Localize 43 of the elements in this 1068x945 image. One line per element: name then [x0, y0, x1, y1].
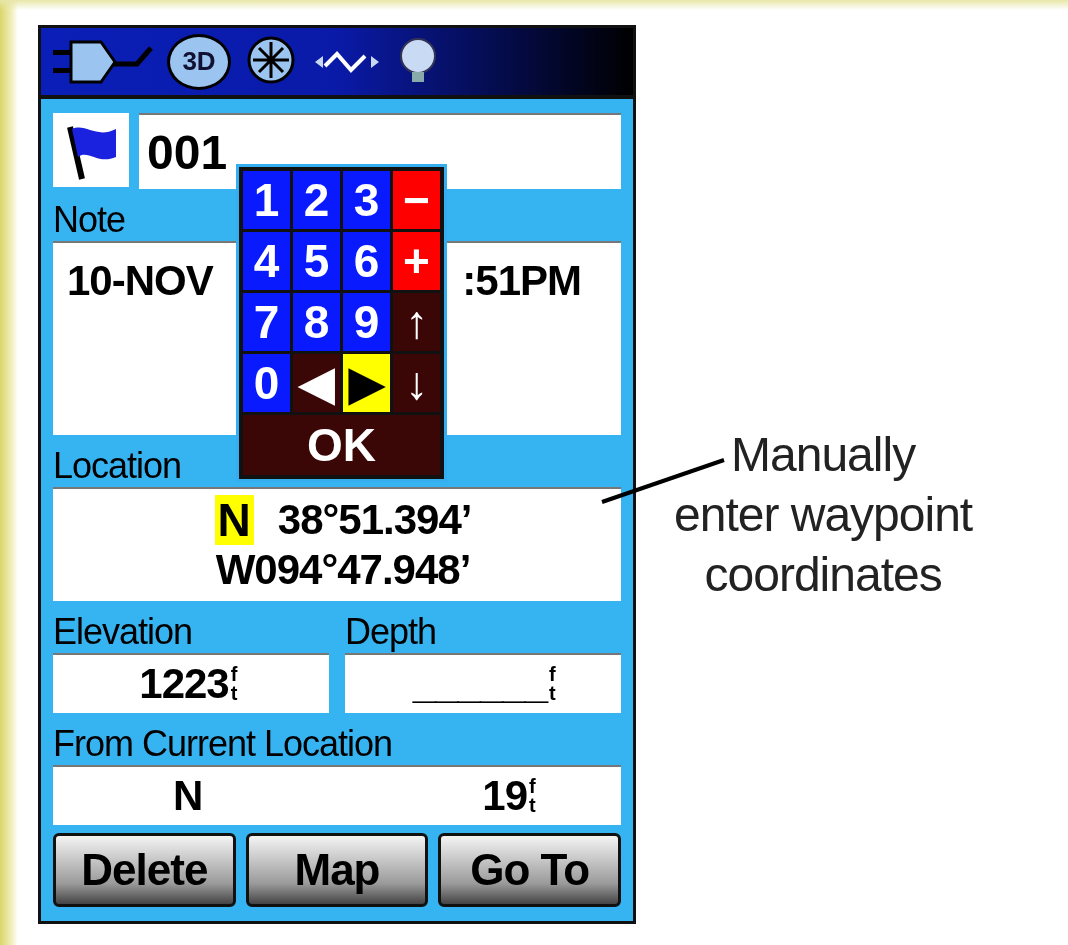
keypad-key[interactable]: 9	[343, 293, 390, 351]
keypad-key[interactable]: ↓	[393, 354, 440, 412]
field-label: Note	[53, 198, 126, 241]
depth-value: ______	[412, 660, 547, 708]
fix-mode-icon: 3D	[167, 33, 231, 90]
distance-value: 19	[482, 772, 527, 820]
annotation-text: coordinates	[704, 547, 942, 603]
note-text: 10-NOV	[67, 257, 213, 305]
keypad-key[interactable]: 3	[343, 171, 390, 229]
note-text: :51PM	[462, 257, 581, 305]
action-button[interactable]: Delete	[53, 833, 236, 907]
field-label: Elevation	[53, 610, 193, 653]
action-button[interactable]: Map	[245, 833, 429, 907]
keypad-key[interactable]: 6	[343, 232, 390, 290]
annotation-text: Manually	[731, 427, 916, 483]
field-label: Location	[53, 444, 182, 487]
annotation-text: enter waypoint	[674, 487, 973, 543]
longitude-text: W094°47.948’	[215, 545, 471, 595]
elevation-value: 1223	[139, 660, 229, 708]
keypad-key[interactable]: −	[393, 171, 440, 229]
symbol-field[interactable]	[53, 113, 129, 187]
keypad-key[interactable]: 0	[243, 354, 290, 412]
field-label: From Current Location	[53, 722, 393, 765]
keypad-key[interactable]: 1	[243, 171, 290, 229]
action-button[interactable]: Go To	[438, 833, 621, 907]
keypad-key[interactable]: 2	[293, 171, 340, 229]
latitude-text: 38°51.394’	[277, 495, 472, 545]
keypad-key[interactable]: ◀	[293, 354, 340, 412]
hemisphere-text[interactable]: N	[214, 495, 254, 545]
field-label: Depth	[345, 610, 437, 653]
unit-text: ft	[529, 777, 537, 815]
keypad-key[interactable]: 8	[293, 293, 340, 351]
ok-key[interactable]: OK	[243, 415, 440, 475]
keypad-key[interactable]: 4	[243, 232, 290, 290]
keypad-key[interactable]: +	[393, 232, 440, 290]
location-field[interactable]: N 38°51.394’ W094°47.948’	[53, 487, 621, 601]
unit-text: ft	[549, 665, 557, 703]
keypad-key[interactable]: 5	[293, 232, 340, 290]
unit-text: ft	[230, 665, 239, 703]
keypad-key[interactable]: ▶	[343, 354, 390, 412]
bearing-value: N	[173, 772, 203, 820]
keypad-key[interactable]: 7	[243, 293, 290, 351]
keypad-key[interactable]: ↑	[393, 293, 440, 351]
